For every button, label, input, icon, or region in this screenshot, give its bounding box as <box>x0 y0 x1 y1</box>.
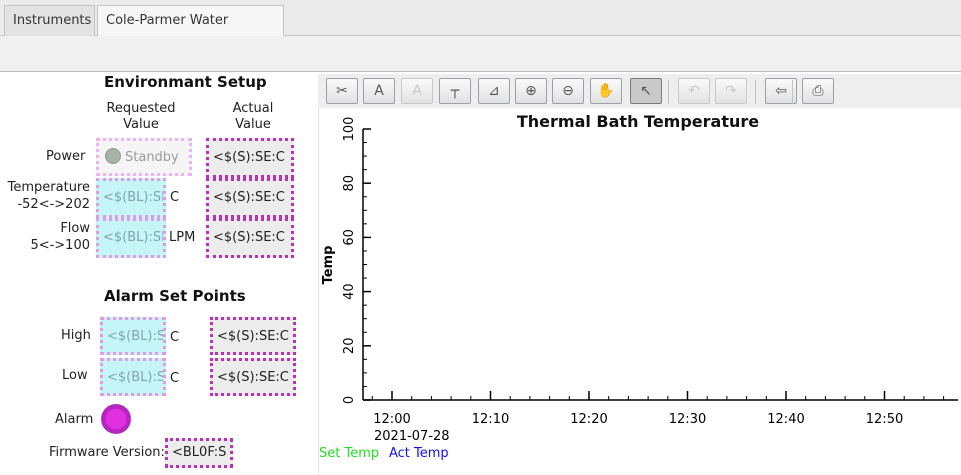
axis-icon: ┬ <box>450 83 460 99</box>
undo-icon: ↶ <box>688 83 700 99</box>
pointer-icon: ↖ <box>640 83 652 99</box>
alarm-low-unit: C <box>170 371 180 386</box>
standby-led-icon <box>105 148 121 164</box>
redo-button[interactable]: ↷ <box>715 78 747 104</box>
alarm-label: Alarm <box>55 412 94 427</box>
toolbar-separator <box>792 80 793 104</box>
temperature-chart[interactable]: 0 20 40 60 80 100 Temp 12:00 12:10 12:20 12:30 12:4… <box>318 108 961 448</box>
tab-instruments[interactable]: Instruments <box>4 5 95 36</box>
x-tick-label: 12:10 <box>472 412 509 427</box>
x-tick-label: 12:30 <box>669 412 706 427</box>
x-tick-label: 12:00 <box>373 412 410 427</box>
y-axis-label: Temp <box>321 246 336 285</box>
text-label-button[interactable]: A <box>401 78 433 104</box>
x-tick-label: 12:40 <box>767 412 804 427</box>
standby-button-label: Standby <box>125 150 179 165</box>
zoom-in-button[interactable]: ⊕ <box>515 78 547 104</box>
temperature-actual-value: <$(S):SE:C <box>206 178 294 218</box>
x-tick-label: 12:50 <box>866 412 903 427</box>
y-tick-label: 100 <box>342 117 357 142</box>
temperature-setpoint-input[interactable]: <$(BL):SE <box>96 178 166 218</box>
y-tick-label: 60 <box>342 229 357 246</box>
scissors-icon: ✂ <box>336 83 348 99</box>
standby-button[interactable]: Standby <box>96 138 192 176</box>
flow-label: Flow 5<->100 <box>30 221 90 253</box>
environment-setup-title: Environmant Setup <box>104 73 267 91</box>
undo-button[interactable]: ↶ <box>678 78 710 104</box>
y-tick-label: 80 <box>342 175 357 192</box>
chart-scale-icon: ⊿ <box>488 83 500 99</box>
alarm-low-input[interactable]: <$(BL):SE <box>100 358 166 396</box>
zoom-out-button[interactable]: ⊖ <box>552 78 584 104</box>
alarm-led-icon <box>101 404 131 434</box>
zoom-in-icon: ⊕ <box>525 83 537 99</box>
print-button[interactable]: ⎙ <box>802 78 834 104</box>
alarm-high-unit: C <box>170 330 180 345</box>
firmware-label: Firmware Version: <box>49 445 165 460</box>
alarm-high-input[interactable]: <$(BL):SE <box>100 317 166 355</box>
power-label: Power <box>46 149 86 164</box>
main-toolbar <box>0 36 961 72</box>
actual-value-header: Actual Value <box>232 101 274 132</box>
back-arrow-icon: ⇦ <box>775 83 787 99</box>
x-date-label: 2021-07-28 <box>374 429 450 444</box>
hand-pan-button[interactable]: ✋ <box>590 78 622 104</box>
redo-icon: ↷ <box>725 83 737 99</box>
scissors-button[interactable]: ✂ <box>326 78 358 104</box>
firmware-version-value: <BL0F:S <box>165 438 233 468</box>
alarm-low-label: Low <box>62 368 88 383</box>
y-tick-label: 20 <box>342 338 357 355</box>
alarm-low-actual-value: <$(S):SE:C <box>210 358 296 396</box>
flow-actual-value: <$(S):SE:C <box>206 218 294 258</box>
zoom-out-icon: ⊖ <box>562 83 574 99</box>
plot-toolbar: ✂ A A ┬ ⊿ ⊕ ⊖ ✋ ↖ ↶ ↷ ⇦ ⎙ <box>318 74 961 108</box>
x-tick-label: 12:20 <box>570 412 607 427</box>
alarm-high-label: High <box>61 328 91 343</box>
y-tick-label: 40 <box>342 283 357 300</box>
alarm-set-points-title: Alarm Set Points <box>104 287 246 305</box>
text-edit-button[interactable]: A <box>363 78 395 104</box>
legend-set-temp: Set Temp <box>319 446 379 461</box>
tab-cole-parmer-water-bath[interactable]: Cole-Parmer Water Bath✕ <box>97 5 284 57</box>
flow-setpoint-input[interactable]: <$(BL):SE <box>96 218 166 258</box>
flow-unit: LPM <box>169 230 196 245</box>
alarm-high-actual-value: <$(S):SE:C <box>210 317 296 355</box>
requested-value-header: Requested Value <box>106 101 176 132</box>
legend-set-temp-label: Set Temp <box>319 446 380 461</box>
text-label-icon: A <box>412 83 422 99</box>
tab-bar: Instruments Cole-Parmer Water Bath✕ <box>0 0 961 57</box>
legend-act-temp-label: Act Temp <box>389 446 449 461</box>
axis-button[interactable]: ┬ <box>439 78 471 104</box>
temperature-label: Temperature -52<->202 <box>7 180 90 212</box>
print-icon: ⎙ <box>812 83 824 99</box>
chart-scale-button[interactable]: ⊿ <box>478 78 510 104</box>
hand-pan-icon: ✋ <box>597 83 615 99</box>
legend-act-temp: Act Temp <box>389 446 449 461</box>
pointer-button[interactable]: ↖ <box>630 78 662 104</box>
text-edit-icon: A <box>374 83 384 99</box>
y-tick-label: 0 <box>342 396 357 404</box>
power-actual-value: <$(S):SE:C <box>206 138 294 178</box>
temperature-unit: C <box>170 190 180 205</box>
toolbar-separator <box>755 80 756 104</box>
tab-instruments-label: Instruments <box>13 13 92 28</box>
toolbar-separator <box>668 80 669 104</box>
